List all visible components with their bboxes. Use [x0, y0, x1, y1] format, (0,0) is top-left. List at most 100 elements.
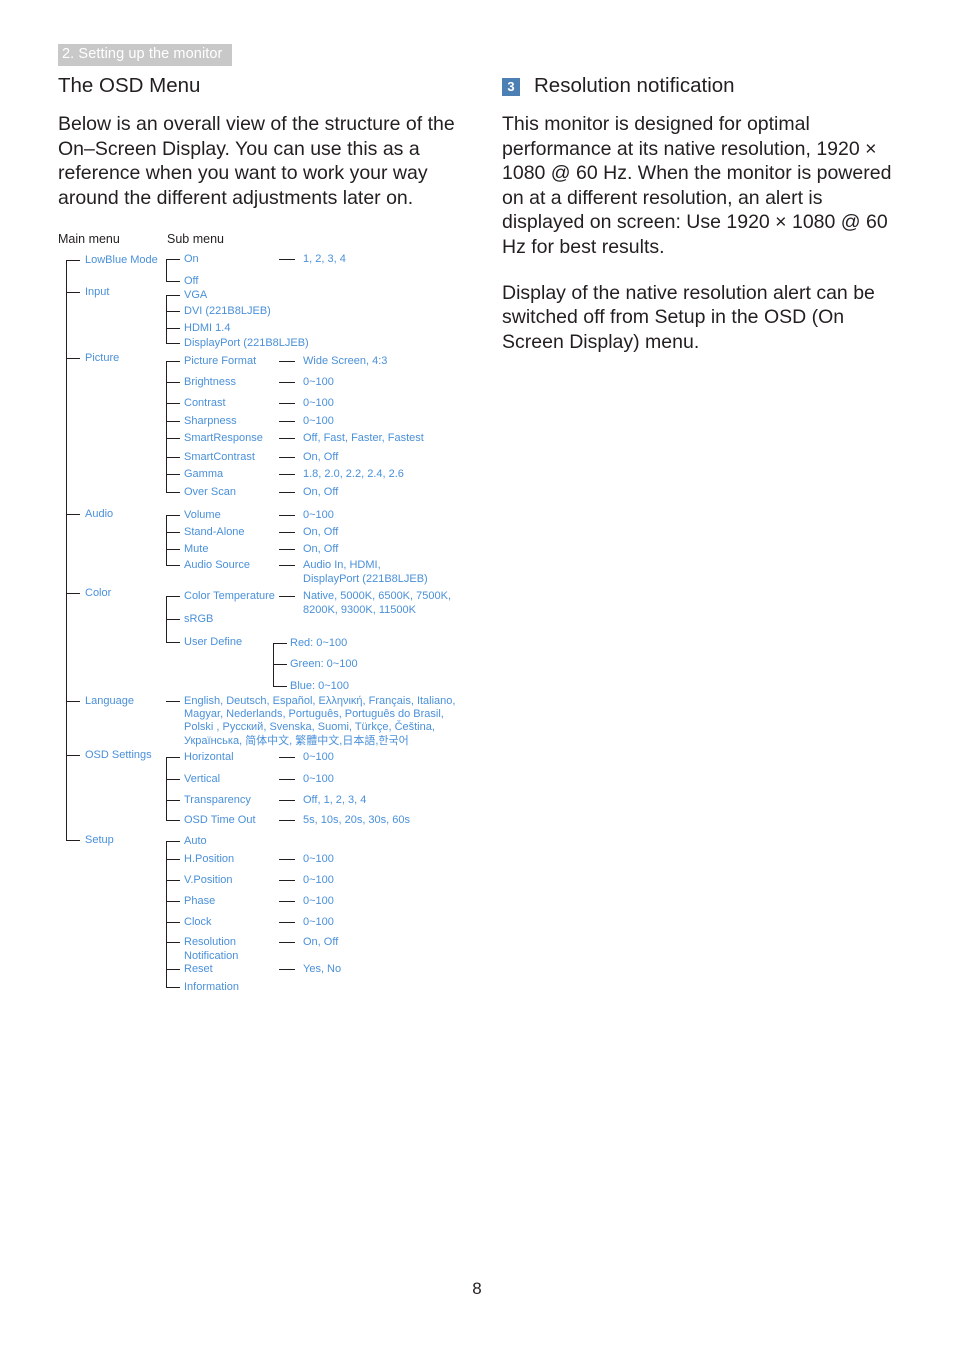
tree-value-0: 1, 2, 3, 4: [303, 253, 346, 265]
sub-tick: [166, 565, 180, 567]
value-tick: [279, 800, 295, 802]
tree-sub-item-32: Information: [184, 981, 240, 993]
tree-sub-item-10: SmartResponse: [184, 432, 263, 444]
tree-value-28: 0~100: [303, 895, 334, 907]
page-title: The OSD Menu: [58, 74, 201, 97]
user-define-tick: [273, 686, 287, 688]
tree-value-31: Yes, No: [303, 963, 342, 975]
page-number: 8: [472, 1279, 482, 1298]
main-tick: [66, 514, 80, 516]
tree-sub-item-3: DVI (221B8LJEB): [184, 305, 271, 317]
sub-tick: [166, 474, 180, 476]
sub-tick: [166, 515, 180, 517]
sub-tick: [166, 841, 180, 843]
section-number-badge: 3: [502, 78, 520, 96]
value-tick: [279, 942, 295, 944]
left-column: The OSD Menu Below is an overall view of…: [58, 72, 468, 210]
main-tick: [66, 260, 80, 262]
tree-value-11: On, Off: [303, 451, 339, 463]
main-tick: [66, 358, 80, 360]
tree-sub-item-8: Contrast: [184, 397, 226, 409]
sub-tick: [166, 800, 180, 802]
intro-paragraph: Below is an overall view of the structur…: [58, 113, 455, 209]
tree-user-define-0: Red: 0~100: [290, 637, 348, 649]
value-tick: [279, 969, 295, 971]
tree-sub-item-16: Mute: [184, 543, 209, 555]
tree-main-item-3: Audio: [85, 508, 114, 520]
sub-tick: [166, 532, 180, 534]
value-tick: [279, 779, 295, 781]
tree-sub-item-14: Volume: [184, 509, 221, 521]
tree-main-item-1: Input: [85, 286, 110, 298]
tree-value-10: Off, Fast, Faster, Fastest: [303, 432, 424, 444]
value-tick: [279, 549, 295, 551]
running-head: 2. Setting up the monitor: [58, 44, 232, 66]
sub-spine: [166, 841, 168, 987]
tree-language-list: English, Deutsch, Español, Ελληνική, Fra…: [184, 695, 456, 747]
sub-spine: [166, 259, 168, 281]
tree-value-16: On, Off: [303, 543, 339, 555]
value-tick: [279, 361, 295, 363]
tree-value-24: 5s, 10s, 20s, 30s, 60s: [303, 814, 411, 826]
tree-main-item-6: OSD Settings: [85, 749, 152, 761]
sub-tick: [166, 361, 180, 363]
tree-sub-item-1: Off: [184, 275, 199, 287]
tree-sub-item-27: V.Position: [184, 874, 233, 886]
tree-value-18: Native, 5000K, 6500K, 7500K, 8200K, 9300K…: [303, 590, 451, 616]
sub-tick: [166, 596, 180, 598]
tree-sub-item-26: H.Position: [184, 853, 235, 865]
tree-sub-item-7: Brightness: [184, 376, 236, 388]
tree-value-6: Wide Screen, 4:3: [303, 355, 388, 367]
tree-sub-item-0: On: [184, 253, 199, 265]
value-tick: [279, 492, 295, 494]
tree-value-29: 0~100: [303, 916, 334, 928]
value-tick: [279, 515, 295, 517]
value-tick: [279, 820, 295, 822]
tree-main-item-2: Picture: [85, 352, 120, 364]
tree-value-12: 1.8, 2.0, 2.2, 2.4, 2.6: [303, 468, 404, 480]
tree-value-9: 0~100: [303, 415, 334, 427]
tree-sub-item-2: VGA: [184, 289, 208, 301]
sub-tick: [166, 987, 180, 989]
tree-value-21: 0~100: [303, 751, 334, 763]
tree-main-item-5: Language: [85, 695, 134, 707]
tree-value-26: 0~100: [303, 853, 334, 865]
tree-value-23: Off, 1, 2, 3, 4: [303, 794, 367, 806]
tree-sub-item-22: Vertical: [184, 773, 221, 785]
value-tick: [279, 901, 295, 903]
tree-value-17: Audio In, HDMI, DisplayPort (221B8LJEB): [303, 559, 428, 585]
sub-tick: [166, 969, 180, 971]
sub-tick: [166, 942, 180, 944]
sub-tick: [166, 549, 180, 551]
main-spine: [66, 260, 68, 840]
sub-tick: [166, 421, 180, 423]
value-tick: [279, 596, 295, 598]
tree-sub-item-21: Horizontal: [184, 751, 234, 763]
main-tick: [66, 755, 80, 757]
tree-sub-item-18: Color Temperature: [184, 590, 275, 602]
tree-sub-item-23: Transparency: [184, 794, 251, 806]
sub-tick: [166, 922, 180, 924]
tree-sub-item-28: Phase: [184, 895, 216, 907]
tree-user-define-1: Green: 0~100: [290, 658, 358, 670]
sub-tick: [166, 457, 180, 459]
value-tick: [279, 922, 295, 924]
sub-tick: [166, 328, 180, 330]
value-tick: [279, 438, 295, 440]
tree-sub-item-31: Reset: [184, 963, 213, 975]
tree-value-13: On, Off: [303, 486, 339, 498]
resolution-paragraph-1: This monitor is designed for optimal per…: [502, 113, 892, 258]
sub-tick: [166, 757, 180, 759]
user-define-tick: [273, 664, 287, 666]
tree-sub-item-30: Resolution Notification: [184, 936, 239, 962]
value-tick: [279, 457, 295, 459]
tree-user-define-2: Blue: 0~100: [290, 680, 350, 692]
value-tick: [279, 859, 295, 861]
osd-menu-tree: Main menu Sub menu LowBlue Mode Input Pict…: [58, 232, 508, 994]
value-tick: [279, 474, 295, 476]
sub-tick: [166, 820, 180, 822]
sub-tick: [166, 492, 180, 494]
sub-tick: [166, 281, 180, 283]
tree-sub-item-9: Sharpness: [184, 415, 237, 427]
value-tick: [279, 259, 295, 261]
